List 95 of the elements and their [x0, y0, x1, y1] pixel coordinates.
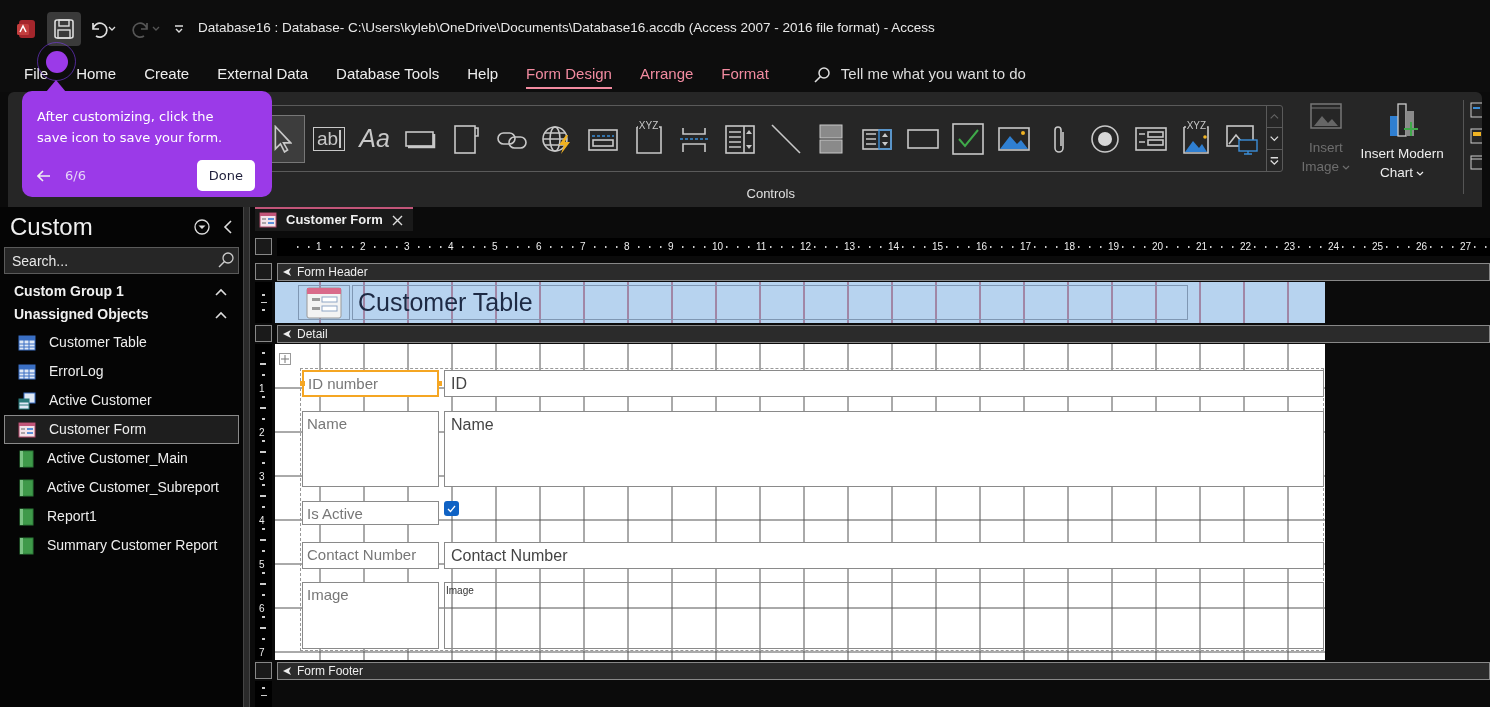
- query-icon: [18, 391, 36, 410]
- field-label[interactable]: ID number: [302, 370, 439, 397]
- option-group-tool-button[interactable]: XYZ: [627, 114, 671, 163]
- section-selector[interactable]: [255, 325, 272, 342]
- insert-chart-button[interactable]: Insert Modern Chart: [1359, 102, 1446, 182]
- ribbon-tab[interactable]: Help: [467, 60, 499, 89]
- nav-item[interactable]: Active Customer_Subreport: [4, 473, 239, 502]
- save-icon[interactable]: [53, 17, 75, 40]
- image-frame[interactable]: Image: [444, 582, 1324, 649]
- ruler-corner[interactable]: [255, 238, 272, 255]
- nav-item[interactable]: Active Customer_Main: [4, 444, 239, 473]
- back-arrow-icon[interactable]: [37, 169, 51, 182]
- customize-icon[interactable]: [173, 22, 185, 35]
- caret-icon: [1416, 170, 1425, 176]
- bound-frame-tool-button[interactable]: XYZ: [1174, 114, 1218, 163]
- table-icon: [18, 363, 36, 380]
- nav-item[interactable]: Customer Form: [4, 415, 239, 444]
- vertical-ruler: [255, 282, 272, 323]
- layout-handle-icon[interactable]: [279, 353, 291, 365]
- nav-item[interactable]: Active Customer: [4, 386, 239, 415]
- report-icon: [18, 536, 34, 555]
- field-label[interactable]: Contact Number: [302, 542, 439, 569]
- line-icon: [768, 121, 803, 156]
- nav-item[interactable]: ErrorLog: [4, 357, 239, 386]
- ribbon-tab[interactable]: File: [24, 60, 49, 89]
- tour-text: After customizing, click the save icon to save your form.: [37, 108, 224, 147]
- field-label[interactable]: Is Active: [302, 501, 439, 525]
- label-tool-button[interactable]: Aa: [353, 114, 397, 163]
- form-icon: [259, 212, 277, 228]
- text-box[interactable]: ID: [444, 370, 1324, 397]
- report-icon: [18, 507, 34, 526]
- table-icon: [18, 334, 36, 351]
- window-title: Database16 : Database- C:\Users\kyleb\OneDrive\Documents\Database16.accdb (Access 2007 - 2016 file format) - Access: [198, 19, 935, 38]
- ribbon-tab[interactable]: Home: [76, 60, 117, 89]
- field-label[interactable]: Image: [302, 582, 439, 649]
- section-bar[interactable]: Form Header: [277, 263, 1490, 281]
- caret-icon: [1342, 164, 1351, 170]
- check-box-icon: [951, 121, 986, 156]
- section-bar[interactable]: Form Footer: [277, 662, 1490, 680]
- chevron-up-icon[interactable]: [215, 287, 227, 296]
- ribbon-tab[interactable]: Arrange: [639, 60, 694, 89]
- section-arrow-icon: [282, 329, 292, 339]
- form-icon: [18, 421, 36, 438]
- text-box[interactable]: Contact Number: [444, 542, 1324, 569]
- ruler-number: 2: [259, 427, 265, 439]
- resize-handle[interactable]: [437, 381, 442, 386]
- text-box[interactable]: Name: [444, 411, 1324, 487]
- document-tab[interactable]: Customer Form: [255, 207, 413, 231]
- search-icon: [217, 251, 235, 269]
- ruler-number: 7: [259, 647, 265, 659]
- nav-item[interactable]: Summary Customer Report: [4, 531, 239, 560]
- cursor-icon: [274, 124, 293, 153]
- section-arrow-icon: [282, 267, 292, 277]
- paperclip-icon: [1053, 124, 1066, 153]
- checkbox[interactable]: [444, 501, 459, 516]
- form-title[interactable]: Customer Table: [352, 285, 1188, 320]
- check-icon: [447, 504, 456, 513]
- picture-icon: [1308, 102, 1343, 132]
- report-icon: [18, 478, 34, 497]
- dropdown-icon[interactable]: [193, 218, 211, 236]
- ribbon-tab[interactable]: Format: [721, 60, 769, 89]
- report-icon: [18, 449, 34, 468]
- form-logo-icon: [306, 286, 342, 319]
- pane-title: Custom: [10, 212, 94, 242]
- section-bar[interactable]: Detail: [277, 325, 1490, 343]
- ribbon-tab[interactable]: Create: [144, 60, 190, 89]
- text-box-tool-button[interactable]: ab: [307, 114, 351, 163]
- resize-handle[interactable]: [300, 381, 305, 386]
- ruler-number: 6: [259, 603, 265, 615]
- group-header[interactable]: Unassigned Objects: [14, 304, 215, 325]
- ribbon-tab[interactable]: Form Design: [526, 60, 612, 89]
- ruler-number: 4: [259, 515, 265, 527]
- scroll-down-icon[interactable]: [1267, 127, 1282, 150]
- section-arrow-icon: [282, 666, 292, 676]
- nav-item[interactable]: Report1: [4, 502, 239, 531]
- ruler-number: 3: [259, 471, 265, 483]
- group-header[interactable]: Custom Group 1: [14, 281, 215, 302]
- tell-me-field[interactable]: Tell me what you want to do: [840, 63, 1101, 86]
- search-field[interactable]: Search...: [4, 247, 239, 274]
- app-logo-icon[interactable]: [17, 18, 37, 39]
- ribbon-tab[interactable]: Database Tools: [336, 60, 440, 89]
- group-label: Controls: [746, 185, 795, 203]
- chevron-up-icon[interactable]: [215, 310, 227, 319]
- step-counter: 6/6: [65, 166, 86, 185]
- ruler-number: 5: [259, 559, 265, 571]
- field-label[interactable]: Name: [302, 411, 439, 487]
- collapse-icon[interactable]: [223, 220, 233, 234]
- section-selector[interactable]: [255, 263, 272, 280]
- done-button[interactable]: Done: [196, 160, 255, 191]
- ribbon-tab[interactable]: External Data: [217, 60, 309, 89]
- nav-item[interactable]: Customer Table: [4, 328, 239, 357]
- search-icon: [812, 65, 831, 84]
- ruler-number: 1: [259, 383, 265, 395]
- section-selector[interactable]: [255, 662, 272, 679]
- close-icon[interactable]: [392, 214, 403, 226]
